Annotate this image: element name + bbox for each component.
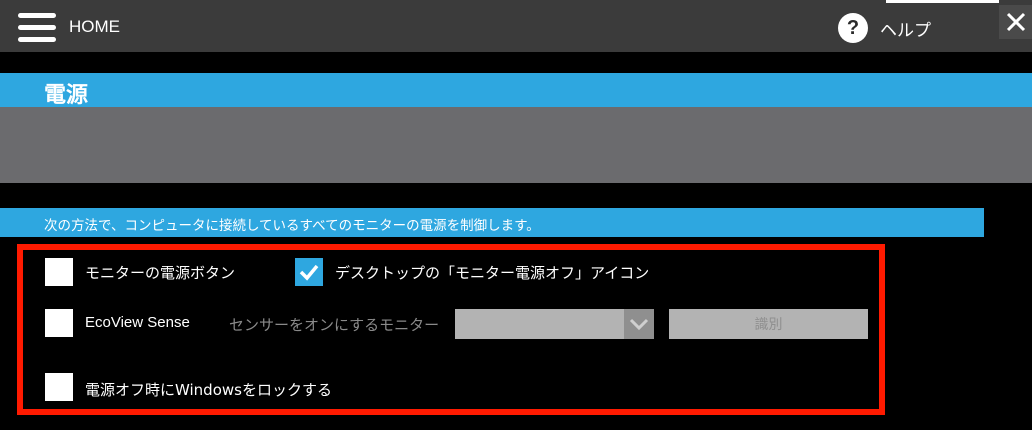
lock-windows-label: 電源オフ時にWindowsをロックする [85,381,332,399]
chevron-down-icon [629,318,649,331]
dropdown-arrow[interactable] [624,309,654,339]
sensor-monitor-dropdown[interactable] [455,309,654,339]
section-title: 電源 [44,83,89,108]
top-bar: HOME ? ヘルプ [0,0,1032,52]
help-label: ヘルプ [880,20,931,41]
question-icon: ? [838,13,868,43]
desktop-icon-checkbox[interactable] [295,258,323,286]
close-button[interactable] [999,5,1032,39]
close-icon [1006,12,1025,32]
monitor-power-button-checkbox[interactable] [45,258,73,286]
home-link[interactable]: HOME [69,17,120,37]
sensor-monitor-label: センサーをオンにするモニター [229,316,440,334]
desktop-icon-label: デスクトップの「モニター電源オフ」アイコン [335,264,650,282]
identify-button[interactable]: 識別 [669,309,868,339]
lock-windows-checkbox[interactable] [45,373,73,401]
top-edge-strip [886,0,999,3]
hamburger-menu-icon[interactable] [18,13,56,43]
section-header: 電源 [0,73,1032,108]
ecoview-sense-checkbox[interactable] [45,309,73,337]
power-settings-window: HOME ? ヘルプ 電源 次の方法で、コンピュータに接続しているすべてのモニタ… [0,0,1032,430]
description-bar: 次の方法で、コンピュータに接続しているすべてのモニターの電源を制御します。 [0,208,984,237]
description-text: 次の方法で、コンピュータに接続しているすべてのモニターの電源を制御します。 [44,218,540,234]
ecoview-sense-label: EcoView Sense [85,314,190,331]
monitor-power-button-label: モニターの電源ボタン [85,264,236,282]
section-info-panel [0,107,1032,183]
checkmark-icon [299,264,319,281]
help-button[interactable]: ? ヘルプ [838,13,931,43]
